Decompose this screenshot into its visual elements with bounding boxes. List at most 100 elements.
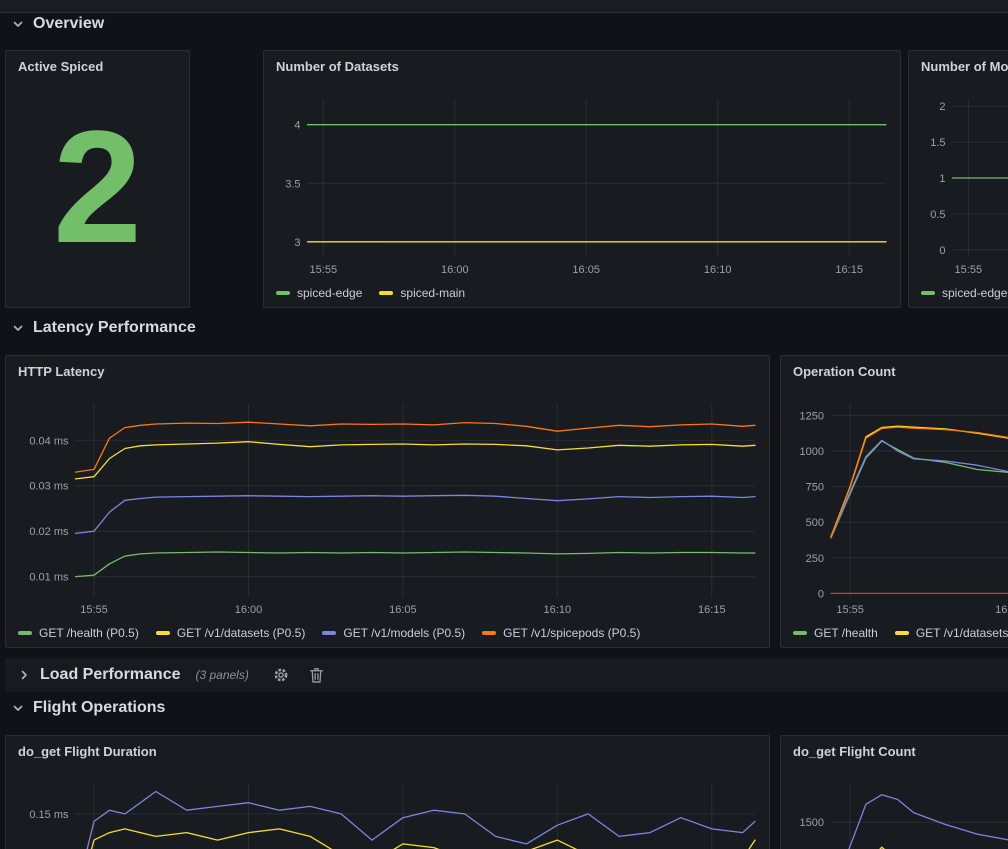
toolbar-edge <box>0 0 1008 13</box>
legend-swatch <box>276 291 290 295</box>
legend-swatch <box>379 291 393 295</box>
panel-title[interactable]: Number of Datasets <box>276 59 399 74</box>
y-tick-label: 3 <box>294 237 300 249</box>
time-series-chart[interactable]: 15:55 16:00 16:05 16:10 16:15 0.01 ms 0.02 ms 0… <box>16 390 759 641</box>
series-line <box>76 552 756 577</box>
y-tick-label: 0.04 ms <box>29 435 69 447</box>
section-header-latency-performance[interactable]: Latency Performance <box>12 319 196 337</box>
x-tick-label: 16:00 <box>441 264 469 276</box>
series-line <box>831 427 1008 537</box>
time-series-chart[interactable]: 15:5516:0016:0516:1016:150.15 ms <box>16 770 759 849</box>
legend-item[interactable]: spiced-main <box>379 286 465 300</box>
chevron-down-icon <box>12 322 24 334</box>
time-series-chart[interactable]: 15:5516:0016:0516:1016:15025050075010001… <box>791 390 1008 641</box>
gear-icon[interactable] <box>273 667 289 683</box>
panel-do-get-flight-duration: do_get Flight Duration 15:5516:0016:0516… <box>5 735 770 849</box>
panel-number-of-models: Number of Models 15:5516:0016:0516:1016:… <box>908 50 1008 308</box>
series-line <box>831 426 1008 536</box>
panel-title[interactable]: HTTP Latency <box>18 364 104 379</box>
legend-item[interactable]: spiced-edge <box>276 286 362 300</box>
y-tick-label: 0.01 ms <box>29 572 69 584</box>
legend-swatch <box>322 631 336 635</box>
legend-item[interactable]: GET /v1/spicepods (P0.5) <box>482 626 640 640</box>
section-title: Load Performance <box>40 666 180 684</box>
panel-title[interactable]: do_get Flight Duration <box>18 744 157 759</box>
x-tick-label: 16:15 <box>698 604 726 616</box>
legend-item-label: spiced-main <box>400 286 465 300</box>
y-tick-label: 750 <box>806 482 824 494</box>
panel-active-spiced: Active Spiced 2 <box>5 50 190 308</box>
chevron-down-icon <box>12 702 24 714</box>
chart-svg: 15:5516:0016:0516:1016:15025050075010001… <box>791 390 1008 641</box>
chart-legend: spiced-edge spiced-main <box>276 286 465 300</box>
legend-swatch <box>156 631 170 635</box>
time-series-chart[interactable]: 15:5516:0016:0516:1016:1510001500 <box>791 770 1008 849</box>
section-header-load-performance[interactable]: Load Performance (3 panels) <box>5 658 1008 692</box>
series-line <box>76 422 756 472</box>
x-tick-label: 16:10 <box>544 604 572 616</box>
time-series-chart[interactable]: 15:5516:0016:0516:1016:1533.54spiced-edg… <box>274 85 890 301</box>
stat-value: 2 <box>6 77 189 297</box>
panel-title[interactable]: Operation Count <box>793 364 896 379</box>
section-title: Flight Operations <box>33 699 165 717</box>
y-tick-label: 0.02 ms <box>29 526 69 538</box>
chart-legend: spiced-edge <box>921 286 1007 300</box>
legend-item-label: spiced-edge <box>297 286 362 300</box>
y-tick-label: 2 <box>939 101 945 113</box>
x-tick-label: 15:55 <box>836 604 864 616</box>
chart-svg: 15:55 16:00 16:05 16:10 16:15 0.01 ms 0.02 ms 0… <box>16 390 759 641</box>
x-tick-label: 15:55 <box>80 604 108 616</box>
chevron-right-icon <box>18 669 30 681</box>
trash-icon[interactable] <box>309 667 324 683</box>
x-tick-label: 16:15 <box>835 264 863 276</box>
section-title: Latency Performance <box>33 319 196 337</box>
chevron-down-icon <box>12 18 24 30</box>
y-tick-label: 1.5 <box>930 137 945 149</box>
y-tick-label: 1500 <box>800 817 824 829</box>
legend-item[interactable]: GET /v1/datasets <box>895 626 1008 640</box>
legend-item[interactable]: spiced-edge <box>921 286 1007 300</box>
legend-item-label: GET /v1/spicepods (P0.5) <box>503 626 640 640</box>
panel-title[interactable]: do_get Flight Count <box>793 744 916 759</box>
legend-item[interactable]: GET /v1/datasets (P0.5) <box>156 626 306 640</box>
chart-svg: 15:5516:0016:0516:1016:1533.54 <box>274 85 890 301</box>
y-tick-label: 1 <box>939 173 945 185</box>
y-tick-label: 0 <box>818 588 824 600</box>
y-tick-label: 3.5 <box>285 178 300 190</box>
panel-title[interactable]: Active Spiced <box>18 59 103 74</box>
section-header-overview[interactable]: Overview <box>12 15 104 33</box>
panel-title[interactable]: Number of Models <box>921 59 1008 74</box>
legend-item-label: GET /health <box>814 626 878 640</box>
x-tick-label: 15:55 <box>955 264 983 276</box>
series-line <box>76 792 756 849</box>
legend-item-label: spiced-edge <box>942 286 1007 300</box>
legend-item-label: GET /health (P0.5) <box>39 626 139 640</box>
legend-item[interactable]: GET /health (P0.5) <box>18 626 139 640</box>
x-tick-label: 16:00 <box>235 604 263 616</box>
dashboard: Overview Active Spiced 2 Number of Datas… <box>0 0 1008 849</box>
chart-svg: 15:5516:0016:0516:1016:150.15 ms <box>16 770 759 849</box>
series-line <box>76 495 756 533</box>
y-tick-label: 4 <box>294 120 300 132</box>
y-tick-label: 250 <box>806 553 824 565</box>
legend-swatch <box>793 631 807 635</box>
x-tick-label: 16:00 <box>995 604 1008 616</box>
legend-item[interactable]: GET /health <box>793 626 878 640</box>
legend-swatch <box>921 291 935 295</box>
chart-svg: 15:5516:0016:0516:1016:1510001500 <box>791 770 1008 849</box>
x-tick-label: 15:55 <box>310 264 338 276</box>
chart-legend: GET /health (P0.5) GET /v1/datasets (P0.5… <box>18 626 640 640</box>
panel-number-of-datasets: Number of Datasets 15:5516:0016:0516:101… <box>263 50 901 308</box>
chart-legend: GET /healthGET /v1/datasetsGET /v1/model… <box>793 626 1008 640</box>
series-line <box>831 441 1008 538</box>
x-tick-label: 16:05 <box>389 604 417 616</box>
section-header-flight-operations[interactable]: Flight Operations <box>12 699 165 717</box>
x-tick-label: 16:10 <box>704 264 732 276</box>
panel-operation-count: Operation Count 15:5516:0016:0516:1016:1… <box>780 355 1008 648</box>
time-series-chart[interactable]: 15:5516:0016:0516:1016:1500.511.52spiced… <box>919 85 1008 301</box>
y-tick-label: 0.5 <box>930 209 945 221</box>
panel-count-note: (3 panels) <box>195 668 248 682</box>
panel-http-latency: HTTP Latency 15:55 16:00 16:05 16:10 16:15 0.… <box>5 355 770 648</box>
legend-item[interactable]: GET /v1/models (P0.5) <box>322 626 465 640</box>
y-tick-label: 500 <box>806 517 824 529</box>
